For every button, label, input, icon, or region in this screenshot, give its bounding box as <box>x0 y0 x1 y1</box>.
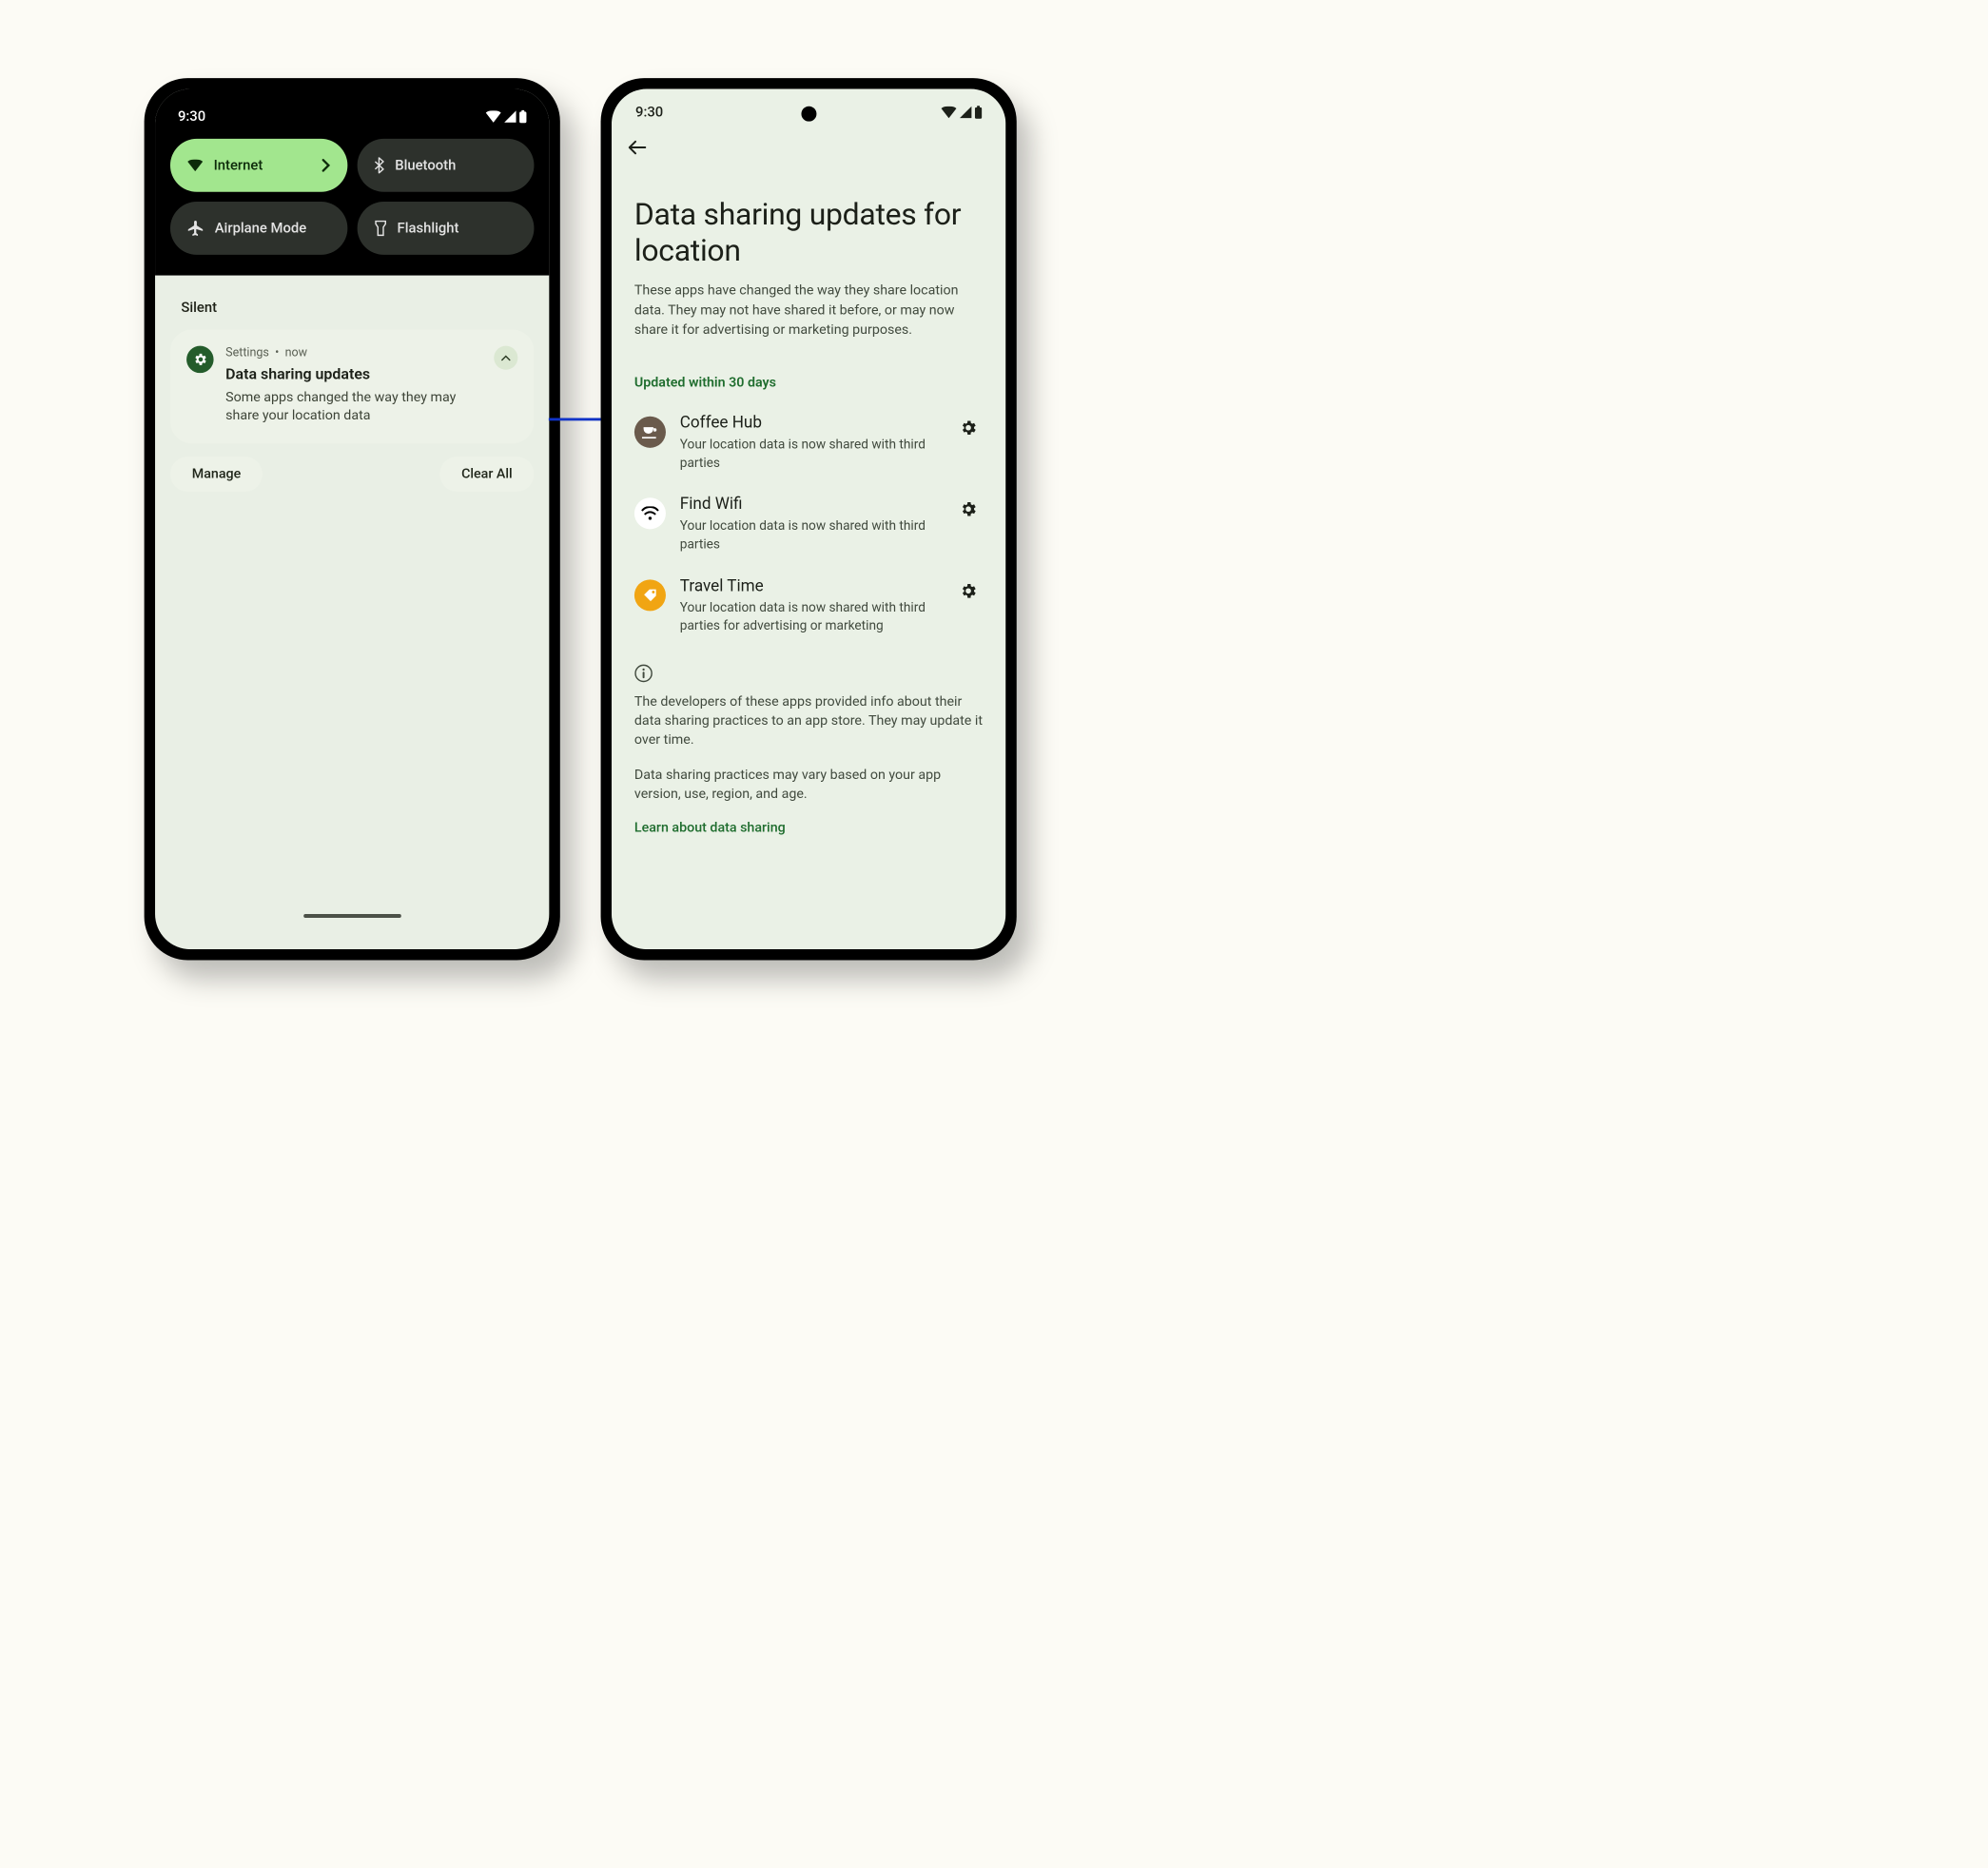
app-name: Coffee Hub <box>680 413 945 432</box>
clear-all-button[interactable]: Clear All <box>439 457 534 492</box>
gear-icon <box>192 352 207 367</box>
camera-cutout <box>801 107 816 122</box>
notification-text: Some apps changed the way they may share… <box>225 388 482 424</box>
cell-signal-icon <box>504 110 516 123</box>
arrow-left-icon <box>628 140 646 155</box>
wifi-icon <box>641 507 659 521</box>
manage-button[interactable]: Manage <box>170 457 263 492</box>
settings-app-icon <box>186 346 214 374</box>
qs-tile-internet[interactable]: Internet <box>170 139 347 192</box>
coffee-cup-icon <box>642 426 658 439</box>
page-description: These apps have changed the way they sha… <box>634 281 984 340</box>
battery-icon <box>519 110 526 124</box>
app-name: Find Wifi <box>680 495 945 514</box>
travel-time-icon <box>634 579 666 611</box>
tag-icon <box>642 587 658 603</box>
qs-tile-label: Bluetooth <box>395 157 456 173</box>
bluetooth-icon <box>375 157 384 173</box>
notification-time: now <box>285 346 308 360</box>
section-silent: Silent <box>170 295 534 329</box>
info-paragraph: Data sharing practices may vary based on… <box>634 766 984 804</box>
chevron-up-icon <box>501 355 511 361</box>
notification-collapse-button[interactable] <box>494 346 517 370</box>
wifi-icon <box>486 110 501 123</box>
status-icons <box>486 110 527 124</box>
status-time: 9:30 <box>178 108 205 125</box>
back-button[interactable] <box>612 126 1005 169</box>
notification-app-name: Settings <box>225 346 269 360</box>
find-wifi-icon <box>634 497 666 529</box>
qs-tile-bluetooth[interactable]: Bluetooth <box>357 139 534 192</box>
gear-icon <box>959 418 977 437</box>
wifi-icon <box>187 160 203 172</box>
app-subtitle: Your location data is now shared with th… <box>680 598 945 634</box>
airplane-icon <box>187 220 204 236</box>
gear-icon <box>959 500 977 518</box>
status-time: 9:30 <box>635 104 663 120</box>
quick-settings-area: 9:30 Internet <box>155 88 549 275</box>
phone-settings-page: 9:30 Data sharing updates for location T… <box>601 78 1017 960</box>
status-icons <box>942 106 983 119</box>
app-settings-button[interactable] <box>959 581 983 605</box>
qs-tile-airplane[interactable]: Airplane Mode <box>170 202 347 255</box>
app-row-find-wifi[interactable]: Find Wifi Your location data is now shar… <box>634 495 984 554</box>
learn-more-link[interactable]: Learn about data sharing <box>634 820 984 836</box>
battery-icon <box>975 106 982 119</box>
qs-tile-label: Internet <box>214 157 263 173</box>
flashlight-icon <box>375 220 387 236</box>
app-row-travel-time[interactable]: Travel Time Your location data is now sh… <box>634 576 984 635</box>
section-header: Updated within 30 days <box>634 375 984 391</box>
app-name: Travel Time <box>680 576 945 595</box>
gear-icon <box>959 581 977 599</box>
app-subtitle: Your location data is now shared with th… <box>680 516 945 553</box>
app-subtitle: Your location data is now shared with th… <box>680 436 945 472</box>
chevron-right-icon <box>322 158 330 172</box>
nav-handle[interactable] <box>303 914 401 918</box>
app-settings-button[interactable] <box>959 418 983 442</box>
wifi-icon <box>942 107 957 119</box>
qs-tile-flashlight[interactable]: Flashlight <box>357 202 534 255</box>
notification-title: Data sharing updates <box>225 365 482 383</box>
notification-card[interactable]: Settings • now Data sharing updates Some… <box>170 330 534 443</box>
page-title: Data sharing updates for location <box>634 196 984 269</box>
info-icon <box>634 664 984 682</box>
cell-signal-icon <box>960 107 972 119</box>
qs-tile-label: Flashlight <box>398 220 459 236</box>
qs-tile-label: Airplane Mode <box>215 220 306 236</box>
phone-notification-shade: 9:30 Internet <box>145 78 560 960</box>
status-bar: 9:30 <box>612 88 1005 126</box>
info-paragraph: The developers of these apps provided in… <box>634 692 984 749</box>
app-settings-button[interactable] <box>959 500 983 524</box>
app-row-coffee-hub[interactable]: Coffee Hub Your location data is now sha… <box>634 413 984 472</box>
notification-meta: Settings • now <box>225 346 482 360</box>
coffee-hub-icon <box>634 417 666 448</box>
status-bar: 9:30 <box>170 106 534 139</box>
